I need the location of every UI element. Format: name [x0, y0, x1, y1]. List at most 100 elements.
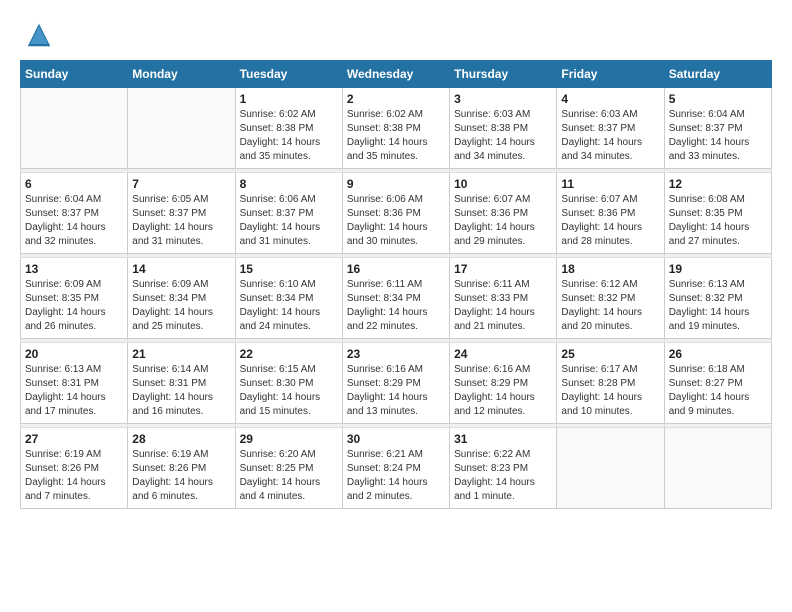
day-number: 19	[669, 262, 767, 276]
day-number: 16	[347, 262, 445, 276]
calendar-week-row: 20 Sunrise: 6:13 AMSunset: 8:31 PMDayligh…	[21, 343, 772, 424]
calendar-cell: 27 Sunrise: 6:19 AMSunset: 8:26 PMDayligh…	[21, 428, 128, 509]
day-info: Sunrise: 6:07 AMSunset: 8:36 PMDaylight:…	[454, 193, 552, 249]
day-info: Sunrise: 6:16 AMSunset: 8:29 PMDaylight:…	[454, 363, 552, 419]
calendar-header-monday: Monday	[128, 61, 235, 88]
day-info: Sunrise: 6:05 AMSunset: 8:37 PMDaylight:…	[132, 193, 230, 249]
calendar-cell: 11 Sunrise: 6:07 AMSunset: 8:36 PMDayligh…	[557, 173, 664, 254]
day-info: Sunrise: 6:02 AMSunset: 8:38 PMDaylight:…	[240, 108, 338, 164]
calendar-header-saturday: Saturday	[664, 61, 771, 88]
day-info: Sunrise: 6:09 AMSunset: 8:34 PMDaylight:…	[132, 278, 230, 334]
calendar-cell: 3Sunrise: 6:03 AMSunset: 8:38 PMDaylight…	[450, 88, 557, 169]
day-info: Sunrise: 6:13 AMSunset: 8:31 PMDaylight:…	[25, 363, 123, 419]
calendar-cell: 26 Sunrise: 6:18 AMSunset: 8:27 PMDayligh…	[664, 343, 771, 424]
day-number: 2	[347, 92, 445, 106]
calendar-week-row: 6 Sunrise: 6:04 AMSunset: 8:37 PMDaylight…	[21, 173, 772, 254]
calendar-cell: 6 Sunrise: 6:04 AMSunset: 8:37 PMDaylight…	[21, 173, 128, 254]
day-number: 24	[454, 347, 552, 361]
calendar-week-row: 1Sunrise: 6:02 AMSunset: 8:38 PMDaylight…	[21, 88, 772, 169]
day-info: Sunrise: 6:14 AMSunset: 8:31 PMDaylight:…	[132, 363, 230, 419]
day-number: 25	[561, 347, 659, 361]
day-info: Sunrise: 6:08 AMSunset: 8:35 PMDaylight:…	[669, 193, 767, 249]
day-info: Sunrise: 6:03 AMSunset: 8:37 PMDaylight:…	[561, 108, 659, 164]
calendar-cell: 21 Sunrise: 6:14 AMSunset: 8:31 PMDayligh…	[128, 343, 235, 424]
calendar-cell: 25 Sunrise: 6:17 AMSunset: 8:28 PMDayligh…	[557, 343, 664, 424]
calendar-cell	[557, 428, 664, 509]
calendar-cell: 15Sunrise: 6:10 AMSunset: 8:34 PMDayligh…	[235, 258, 342, 339]
day-number: 7	[132, 177, 230, 191]
calendar-header-row: SundayMondayTuesdayWednesdayThursdayFrid…	[21, 61, 772, 88]
calendar-cell	[21, 88, 128, 169]
day-info: Sunrise: 6:06 AMSunset: 8:37 PMDaylight:…	[240, 193, 338, 249]
day-info: Sunrise: 6:04 AMSunset: 8:37 PMDaylight:…	[25, 193, 123, 249]
calendar-cell: 30 Sunrise: 6:21 AMSunset: 8:24 PMDayligh…	[342, 428, 449, 509]
calendar-cell: 7 Sunrise: 6:05 AMSunset: 8:37 PMDaylight…	[128, 173, 235, 254]
day-info: Sunrise: 6:17 AMSunset: 8:28 PMDaylight:…	[561, 363, 659, 419]
day-number: 26	[669, 347, 767, 361]
calendar-cell: 8 Sunrise: 6:06 AMSunset: 8:37 PMDaylight…	[235, 173, 342, 254]
day-info: Sunrise: 6:12 AMSunset: 8:32 PMDaylight:…	[561, 278, 659, 334]
day-number: 27	[25, 432, 123, 446]
calendar-cell: 23 Sunrise: 6:16 AMSunset: 8:29 PMDayligh…	[342, 343, 449, 424]
calendar-cell: 5Sunrise: 6:04 AMSunset: 8:37 PMDaylight…	[664, 88, 771, 169]
day-number: 11	[561, 177, 659, 191]
day-number: 29	[240, 432, 338, 446]
day-number: 18	[561, 262, 659, 276]
calendar-cell: 16 Sunrise: 6:11 AMSunset: 8:34 PMDayligh…	[342, 258, 449, 339]
day-info: Sunrise: 6:16 AMSunset: 8:29 PMDaylight:…	[347, 363, 445, 419]
calendar-cell: 20 Sunrise: 6:13 AMSunset: 8:31 PMDayligh…	[21, 343, 128, 424]
day-number: 22	[240, 347, 338, 361]
calendar-cell: 29 Sunrise: 6:20 AMSunset: 8:25 PMDayligh…	[235, 428, 342, 509]
calendar-cell: 1Sunrise: 6:02 AMSunset: 8:38 PMDaylight…	[235, 88, 342, 169]
day-number: 20	[25, 347, 123, 361]
day-info: Sunrise: 6:07 AMSunset: 8:36 PMDaylight:…	[561, 193, 659, 249]
calendar-cell	[128, 88, 235, 169]
calendar-cell	[664, 428, 771, 509]
calendar-cell: 14 Sunrise: 6:09 AMSunset: 8:34 PMDayligh…	[128, 258, 235, 339]
day-number: 13	[25, 262, 123, 276]
day-number: 21	[132, 347, 230, 361]
day-info: Sunrise: 6:13 AMSunset: 8:32 PMDaylight:…	[669, 278, 767, 334]
calendar-cell: 24 Sunrise: 6:16 AMSunset: 8:29 PMDayligh…	[450, 343, 557, 424]
day-number: 4	[561, 92, 659, 106]
day-info: Sunrise: 6:11 AMSunset: 8:34 PMDaylight:…	[347, 278, 445, 334]
day-info: Sunrise: 6:09 AMSunset: 8:35 PMDaylight:…	[25, 278, 123, 334]
calendar-header-friday: Friday	[557, 61, 664, 88]
calendar-week-row: 13 Sunrise: 6:09 AMSunset: 8:35 PMDayligh…	[21, 258, 772, 339]
day-info: Sunrise: 6:19 AMSunset: 8:26 PMDaylight:…	[132, 448, 230, 504]
day-info: Sunrise: 6:03 AMSunset: 8:38 PMDaylight:…	[454, 108, 552, 164]
day-number: 31	[454, 432, 552, 446]
day-number: 6	[25, 177, 123, 191]
day-info: Sunrise: 6:20 AMSunset: 8:25 PMDaylight:…	[240, 448, 338, 504]
calendar-cell: 10 Sunrise: 6:07 AMSunset: 8:36 PMDayligh…	[450, 173, 557, 254]
day-info: Sunrise: 6:21 AMSunset: 8:24 PMDaylight:…	[347, 448, 445, 504]
day-number: 5	[669, 92, 767, 106]
day-info: Sunrise: 6:18 AMSunset: 8:27 PMDaylight:…	[669, 363, 767, 419]
day-number: 14	[132, 262, 230, 276]
calendar-cell: 19 Sunrise: 6:13 AMSunset: 8:32 PMDayligh…	[664, 258, 771, 339]
day-number: 17	[454, 262, 552, 276]
calendar-cell: 18 Sunrise: 6:12 AMSunset: 8:32 PMDayligh…	[557, 258, 664, 339]
calendar-cell: 31 Sunrise: 6:22 AMSunset: 8:23 PMDayligh…	[450, 428, 557, 509]
day-number: 9	[347, 177, 445, 191]
day-number: 10	[454, 177, 552, 191]
calendar-header-sunday: Sunday	[21, 61, 128, 88]
calendar-header-tuesday: Tuesday	[235, 61, 342, 88]
day-info: Sunrise: 6:22 AMSunset: 8:23 PMDaylight:…	[454, 448, 552, 504]
day-info: Sunrise: 6:19 AMSunset: 8:26 PMDaylight:…	[25, 448, 123, 504]
day-number: 30	[347, 432, 445, 446]
calendar-cell: 9Sunrise: 6:06 AMSunset: 8:36 PMDaylight…	[342, 173, 449, 254]
logo	[20, 20, 54, 50]
calendar-header-thursday: Thursday	[450, 61, 557, 88]
calendar: SundayMondayTuesdayWednesdayThursdayFrid…	[20, 60, 772, 509]
day-number: 8	[240, 177, 338, 191]
calendar-cell: 2 Sunrise: 6:02 AMSunset: 8:38 PMDaylight…	[342, 88, 449, 169]
calendar-cell: 13 Sunrise: 6:09 AMSunset: 8:35 PMDayligh…	[21, 258, 128, 339]
day-info: Sunrise: 6:15 AMSunset: 8:30 PMDaylight:…	[240, 363, 338, 419]
page-header	[20, 20, 772, 50]
day-number: 12	[669, 177, 767, 191]
day-info: Sunrise: 6:02 AMSunset: 8:38 PMDaylight:…	[347, 108, 445, 164]
calendar-header-wednesday: Wednesday	[342, 61, 449, 88]
day-number: 23	[347, 347, 445, 361]
calendar-cell: 17Sunrise: 6:11 AMSunset: 8:33 PMDayligh…	[450, 258, 557, 339]
